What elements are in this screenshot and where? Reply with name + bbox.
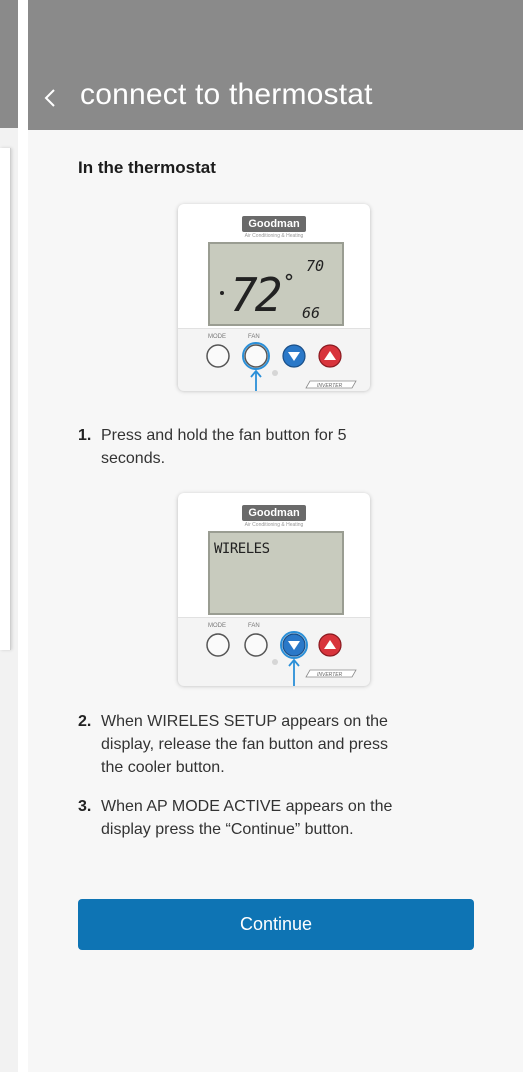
page-title: connect to thermostat [80,78,373,111]
step-text: Press and hold the fan button for 5 seco… [101,424,347,470]
step-text-line: When AP MODE ACTIVE appears on the [101,798,393,815]
thermostat-illustration-wireless: Goodman Air Conditioning & Heating WIREL… [178,493,370,686]
lcd-digits: 72 70 66 [220,257,324,322]
instruction-step-2: 2. When WIRELES SETUP appears on the dis… [78,710,508,780]
step-number: 3. [78,798,92,815]
thermostat-illustration-fan: Goodman Air Conditioning & Heating 72 70… [178,204,370,391]
mode-button-label: MODE [208,623,226,629]
step-text: When AP MODE ACTIVE appears on the displ… [101,795,392,841]
brand-tagline: Air Conditioning & Heating [244,233,304,239]
connect-thermostat-screen: connect to thermostat In the thermostat … [28,0,523,1072]
thermostat-buttons: MODE FAN INVERTER [206,623,357,686]
step-text: When WIRELES SETUP appears on the displa… [101,710,388,779]
previous-screen-edge [0,0,18,1072]
step-text-line: When WIRELES SETUP appears on the [101,713,388,730]
section-title: In the thermostat [78,158,216,177]
lcd-setpoint-high: 70 [306,257,324,275]
fan-button-label: FAN [248,334,260,340]
step-number: 1. [78,427,92,444]
status-led [272,370,278,376]
mode-button-label: MODE [208,334,226,340]
step-text-line: display, release the fan button and pres… [101,736,388,753]
lcd-message: WIRELES [214,541,270,557]
inverter-badge-label: INVERTER [317,383,343,389]
lcd-temp-main: 72 [230,268,281,322]
inverter-badge-label: INVERTER [317,672,343,678]
brand-logo: Goodman [242,216,306,232]
step-text-line: Press and hold the fan button for 5 [101,427,347,444]
mode-button [206,344,230,368]
chevron-left-icon [44,89,55,107]
mode-button [206,633,230,657]
app-header: connect to thermostat [28,0,523,130]
step-text-line: the cooler button. [101,759,225,776]
lcd-text-area: WIRELES [214,541,270,557]
previous-screen-header [0,0,18,128]
lcd-display: WIRELES [208,531,344,615]
instruction-step-3: 3. When AP MODE ACTIVE appears on the di… [78,795,508,843]
back-button[interactable] [42,84,66,112]
lcd-setpoint-low: 66 [302,304,320,322]
step-text-line: seconds. [101,450,166,467]
previous-screen-card [0,148,11,650]
fan-button [244,633,268,657]
continue-button[interactable]: Continue [78,899,474,950]
lcd-display: 72 70 66 [208,242,344,326]
thermostat-base: MODE FAN INVERTER [178,617,370,686]
thermostat-base: MODE FAN INVERTER [178,328,370,391]
step-text-line: display press the “Continue” button. [101,821,354,838]
brand-logo: Goodman [242,505,306,521]
step-number: 2. [78,713,92,730]
brand-tagline: Air Conditioning & Heating [244,522,304,528]
fan-button [244,344,268,368]
thermostat-buttons: MODE FAN INVERTER [206,334,357,391]
instruction-step-1: 1. Press and hold the fan button for 5 s… [78,424,498,472]
screen-gap [18,0,28,1072]
status-led [272,659,278,665]
fan-button-label: FAN [248,623,260,629]
